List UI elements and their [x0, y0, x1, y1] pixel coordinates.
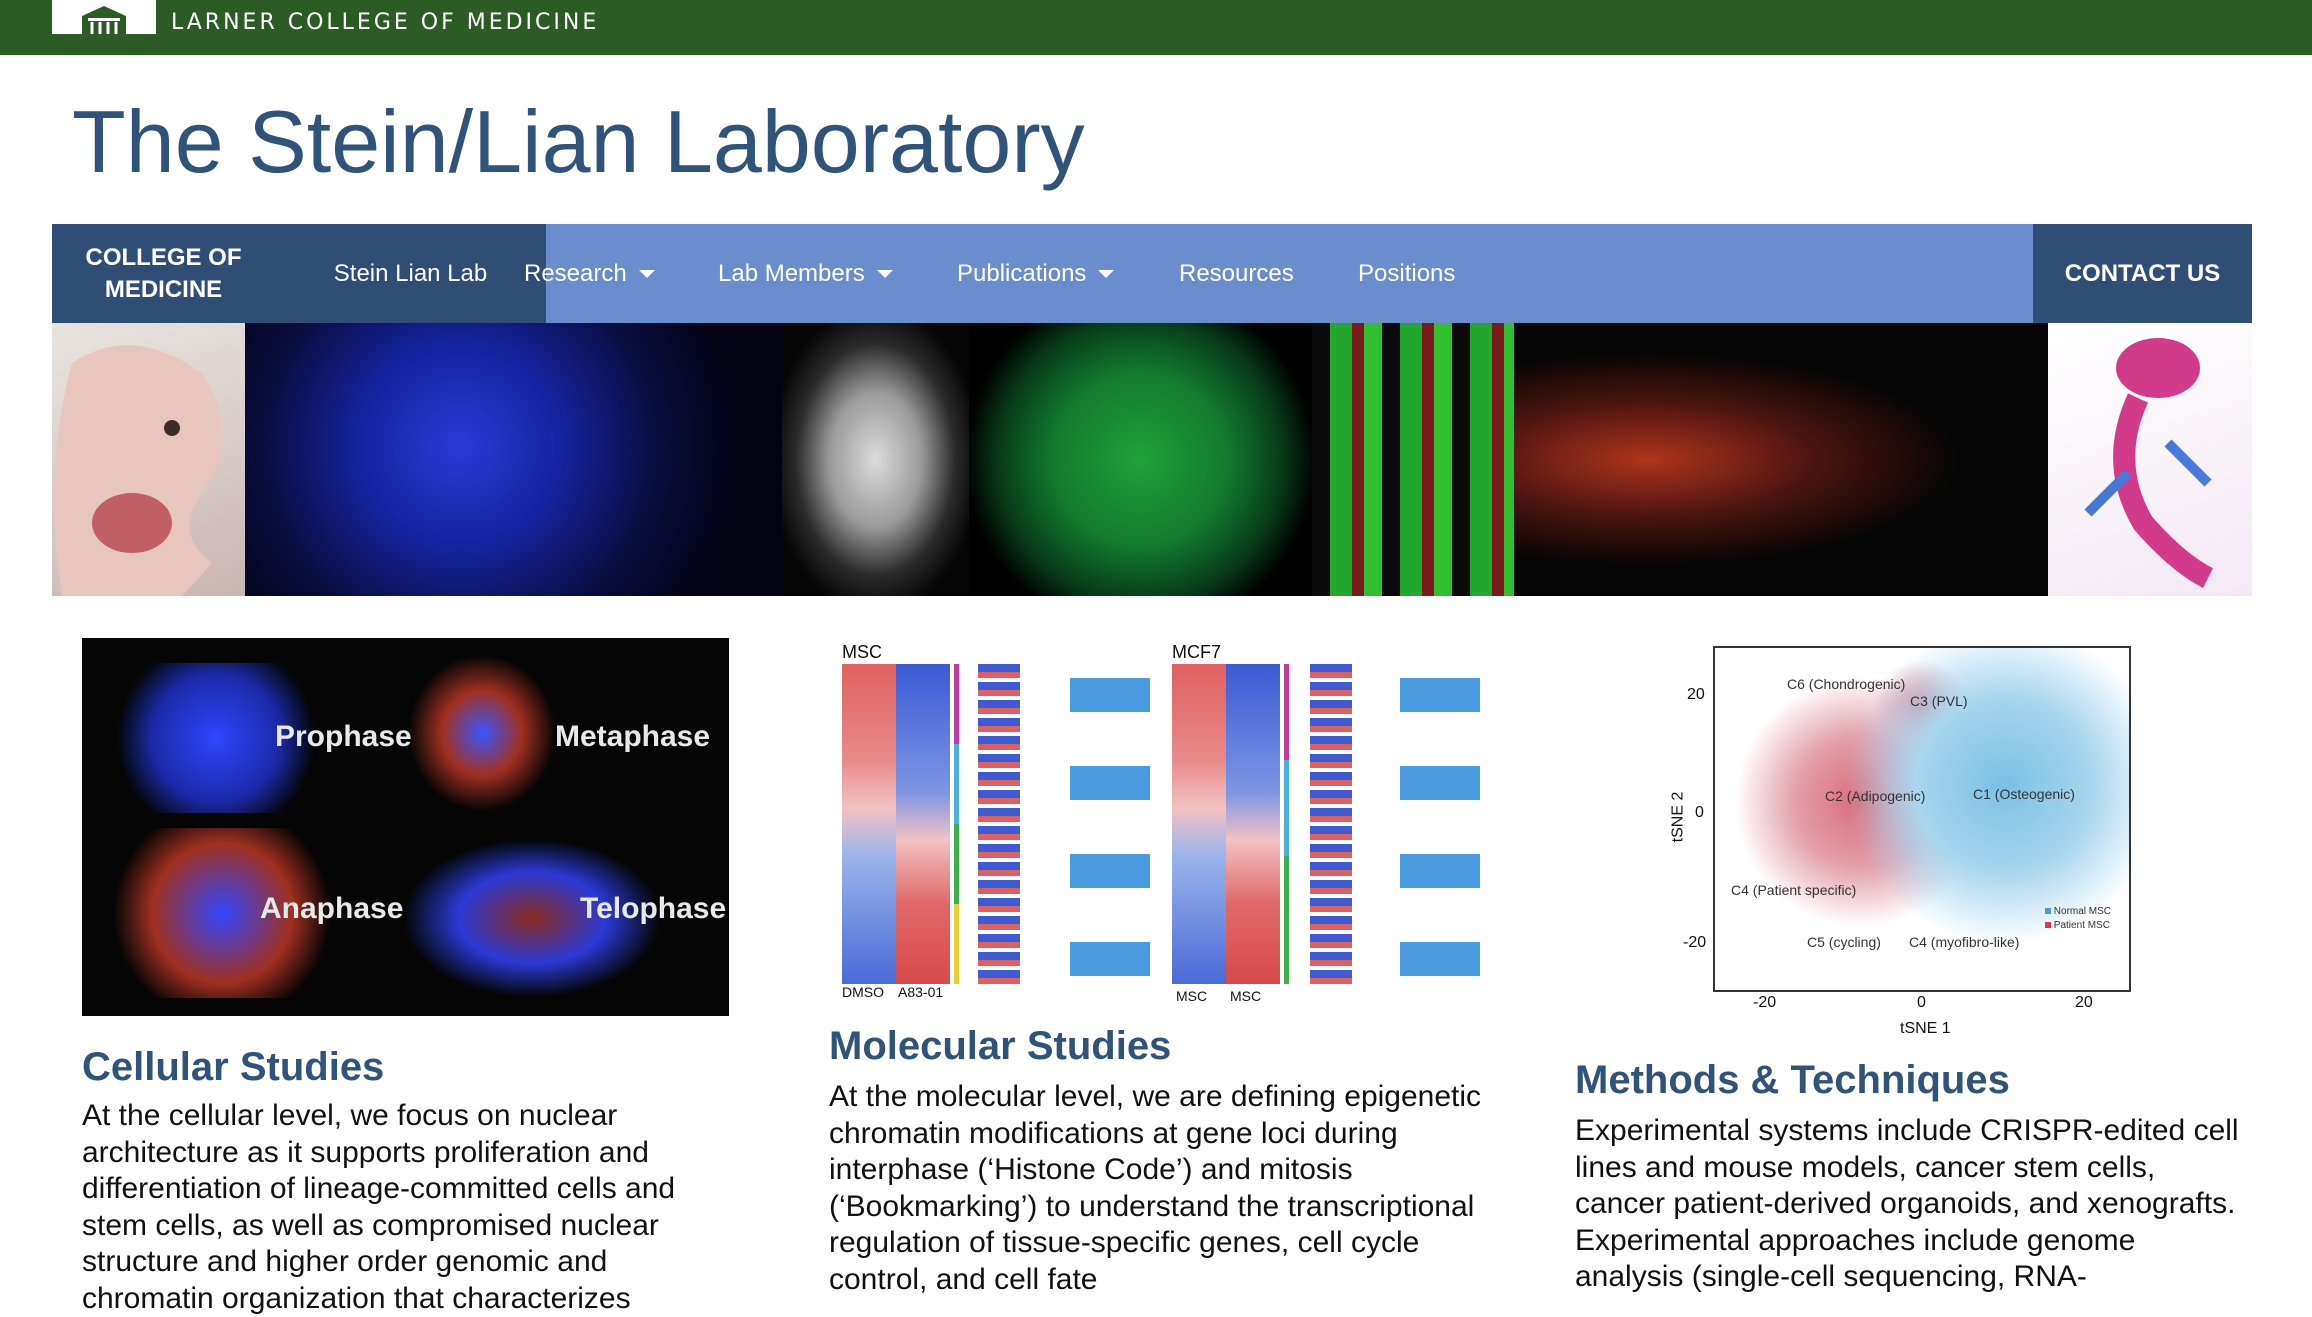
banner-chromosome-image	[245, 323, 782, 596]
legend-patient-label: Patient MSC	[2053, 920, 2110, 931]
molecular-studies-heading[interactable]: Molecular Studies	[829, 1024, 1489, 1069]
page-title: The Stein/Lian Laboratory	[72, 92, 1085, 191]
nav-publications-label: Publications	[957, 259, 1087, 287]
main-nav: COLLEGE OF MEDICINE Stein Lian Lab Resea…	[52, 224, 2252, 323]
banner-skeleton-image	[2048, 323, 2252, 596]
ytick-20: 20	[1687, 686, 1705, 703]
nav-publications[interactable]: Publications	[957, 224, 1115, 323]
legend-normal: Normal MSC	[2045, 906, 2111, 917]
xtick-20: 20	[2075, 994, 2093, 1011]
banner-embryo-image	[52, 323, 245, 596]
msc-x-a83: A83-01	[898, 984, 944, 1000]
cluster-c6-label: C6 (Chondrogenic)	[1787, 676, 1906, 692]
mcf7-x-2: MSC	[1230, 988, 1262, 1004]
mcf7-heatmap-1	[1172, 664, 1226, 984]
mitosis-phases-figure: Prophase Metaphase Anaphase Telophase	[82, 638, 729, 1016]
metaphase-cell	[402, 648, 562, 818]
msc-bar-charts	[1070, 638, 1150, 988]
molecular-heatmap-figure: MSC DMSO A83-01 MCF7 MSC MSC	[830, 638, 1480, 1008]
methods-text: Experimental systems include CRISPR-edit…	[1575, 1114, 2239, 1293]
banner-dividing-cell-image	[1514, 323, 2048, 596]
nav-positions[interactable]: Positions	[1358, 224, 1455, 323]
anaphase-label: Anaphase	[260, 892, 404, 925]
nav-college-of-medicine[interactable]: COLLEGE OF MEDICINE	[52, 224, 275, 323]
nav-research-label: Research	[524, 259, 627, 287]
molecular-studies-section: Molecular Studies At the molecular level…	[829, 1024, 1489, 1298]
chevron-down-icon	[1098, 269, 1115, 278]
msc-heatmap-dmso	[842, 664, 896, 984]
nav-lab-members-label: Lab Members	[718, 259, 865, 287]
chevron-down-icon	[638, 269, 655, 278]
cluster-c2-label: C2 (Adipogenic)	[1825, 788, 1926, 804]
nav-lab-members[interactable]: Lab Members	[718, 224, 893, 323]
uvm-logo[interactable]	[52, 0, 156, 34]
msc-heatmap-a83	[896, 664, 950, 984]
telophase-label: Telophase	[580, 892, 727, 925]
mcf7-label: MCF7	[1172, 642, 1221, 662]
legend-normal-label: Normal MSC	[2053, 906, 2112, 917]
nav-college-line2: MEDICINE	[104, 275, 223, 303]
prophase-label: Prophase	[275, 720, 412, 753]
nav-stein-lian-lab[interactable]: Stein Lian Lab	[275, 224, 546, 323]
tsne-xlabel: tSNE 1	[1900, 1020, 1951, 1037]
cluster-c3-label: C3 (PVL)	[1910, 693, 1968, 709]
mcf7-heatmap-2	[1226, 664, 1280, 984]
xtick-0: 0	[1917, 994, 1926, 1011]
college-name[interactable]: LARNER COLLEGE OF MEDICINE	[171, 10, 599, 35]
chevron-down-icon	[876, 269, 893, 278]
mcf7-bar-charts	[1400, 638, 1480, 988]
nav-contact-us[interactable]: CONTACT US	[2033, 224, 2252, 323]
msc-mini-heatmap	[978, 664, 1020, 984]
metaphase-label: Metaphase	[555, 720, 711, 753]
xtick-neg20: -20	[1753, 994, 1777, 1011]
nav-research[interactable]: Research	[524, 224, 655, 323]
mcf7-x-1: MSC	[1176, 988, 1208, 1004]
nav-college-line1: COLLEGE OF	[85, 243, 242, 271]
methods-heading[interactable]: Methods & Techniques	[1575, 1058, 2235, 1103]
banner-collage	[52, 323, 2252, 596]
msc-x-dmso: DMSO	[842, 984, 884, 1000]
tsne-ylabel: tSNE 2	[1669, 791, 1687, 843]
msc-group-bar	[954, 664, 959, 984]
msc-label: MSC	[842, 642, 882, 662]
legend-patient: Patient MSC	[2045, 920, 2110, 931]
cluster-c4-label: C4 (Patient specific)	[1731, 882, 1857, 898]
methods-techniques-section: Methods & Techniques Experimental system…	[1575, 1058, 2239, 1296]
ytick-neg20: -20	[1683, 934, 1707, 951]
legend-normal-swatch	[2045, 908, 2051, 914]
nav-resources[interactable]: Resources	[1179, 224, 1294, 323]
top-bar: LARNER COLLEGE OF MEDICINE	[0, 0, 2312, 55]
cluster-c5-label: C5 (cycling)	[1807, 934, 1881, 950]
molecular-studies-text: At the molecular level, we are defining …	[829, 1080, 1482, 1296]
cellular-studies-section: Cellular Studies At the cellular level, …	[82, 1045, 742, 1317]
cellular-studies-heading[interactable]: Cellular Studies	[82, 1045, 742, 1090]
ytick-0: 0	[1695, 804, 1704, 821]
university-seal-icon	[82, 6, 126, 34]
mcf7-group-bar	[1284, 664, 1289, 984]
cluster-c1-label: C1 (Osteogenic)	[1973, 786, 2075, 802]
tsne-scatter-figure: C6 (Chondrogenic) C3 (PVL) C2 (Adipogeni…	[1655, 638, 2135, 1042]
banner-green-cells-image	[969, 323, 1312, 596]
legend-patient-swatch	[2045, 922, 2051, 928]
mcf7-mini-heatmap	[1310, 664, 1352, 984]
banner-skull-image	[782, 323, 969, 596]
banner-heatmap-image	[1312, 323, 1514, 596]
cellular-studies-text: At the cellular level, we focus on nucle…	[82, 1099, 676, 1315]
cluster-myofibro-label: C4 (myofibro-like)	[1909, 934, 2020, 950]
